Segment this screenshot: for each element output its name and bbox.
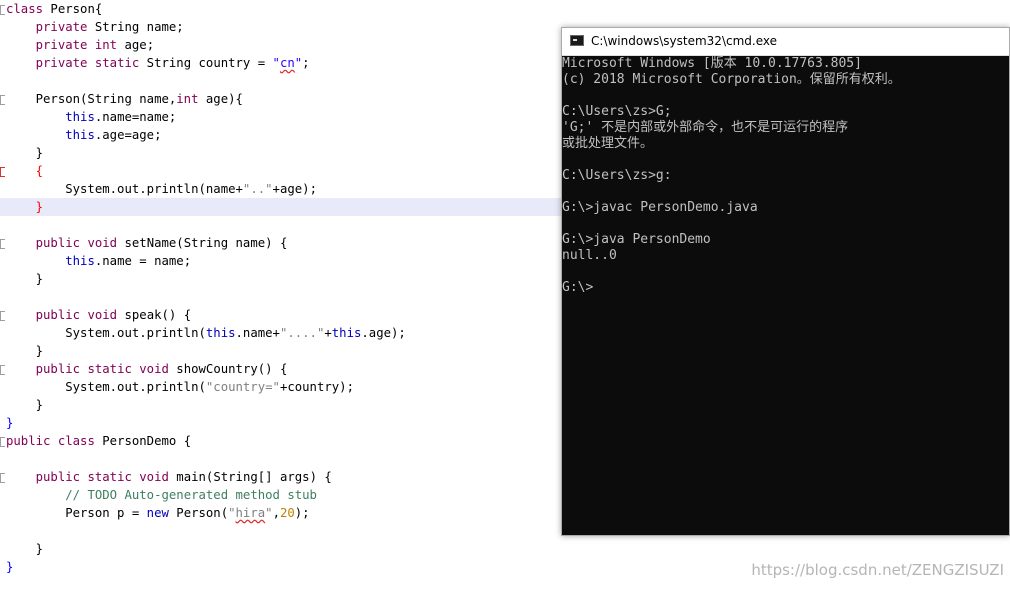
- code-text: public static void main(String[] args) {: [35, 470, 332, 484]
- code-text: }: [6, 146, 44, 160]
- console-line: C:\Users\zs>g:: [562, 168, 672, 183]
- code-text: System.out.println("country="+country);: [6, 380, 354, 394]
- code-text: System.out.println(name+".."+age);: [6, 182, 317, 196]
- code-text: Person p = new Person("hira",20);: [6, 506, 310, 520]
- cmd-window[interactable]: C:\windows\system32\cmd.exe Microsoft Wi…: [561, 27, 1010, 536]
- console-line: G:\>java PersonDemo: [562, 232, 711, 247]
- console-line: 或批处理文件。: [562, 136, 654, 151]
- code-text: public void setName(String name) {: [35, 236, 288, 250]
- code-text: }: [6, 542, 44, 556]
- code-text: public class PersonDemo {: [6, 434, 192, 448]
- code-text: }: [6, 398, 44, 412]
- console-line: null..0: [562, 248, 617, 263]
- fold-marker[interactable]: [0, 95, 5, 105]
- code-text: Person(String name,int age){: [6, 92, 243, 106]
- code-text: {: [35, 164, 44, 178]
- fold-marker[interactable]: [0, 473, 5, 483]
- code-text: private int age;: [35, 38, 155, 52]
- fold-marker[interactable]: [0, 5, 5, 15]
- console-line: (c) 2018 Microsoft Corporation。保留所有权利。: [562, 72, 901, 87]
- fold-marker[interactable]: [0, 167, 5, 177]
- console-line: Microsoft Windows [版本 10.0.17763.805]: [562, 56, 862, 71]
- code-text: System.out.println(this.name+"...."+this…: [6, 326, 406, 340]
- fold-marker[interactable]: [0, 437, 5, 447]
- code-text: public void speak() {: [35, 308, 192, 322]
- code-text: // TODO Auto-generated method stub: [65, 488, 317, 502]
- cmd-window-title: C:\windows\system32\cmd.exe: [591, 34, 777, 48]
- code-text: class Person{: [6, 2, 103, 16]
- code-text: }: [6, 416, 14, 430]
- console-line: G:\>javac PersonDemo.java: [562, 200, 758, 215]
- fold-marker[interactable]: [0, 311, 5, 321]
- code-text: }: [6, 272, 44, 286]
- watermark: https://blog.csdn.net/ZENGZISUZI: [751, 561, 1004, 579]
- code-line[interactable]: class Person{: [0, 0, 1010, 18]
- cmd-console-output[interactable]: Microsoft Windows [版本 10.0.17763.805] (c…: [562, 56, 1009, 535]
- code-text: }: [35, 200, 44, 214]
- code-text: }: [6, 560, 14, 574]
- code-text: this.name=name;: [65, 110, 177, 124]
- code-text: private static String country = "cn";: [35, 56, 310, 70]
- fold-marker[interactable]: [0, 365, 5, 375]
- console-prompt[interactable]: G:\>: [562, 280, 593, 296]
- code-text: public static void showCountry() {: [35, 362, 288, 376]
- cmd-app-icon: [570, 35, 584, 46]
- console-line: 'G;' 不是内部或外部命令，也不是可运行的程序: [562, 120, 849, 135]
- console-line: C:\Users\zs>G;: [562, 104, 672, 119]
- code-text: this.name = name;: [65, 254, 192, 268]
- code-text: }: [6, 344, 44, 358]
- code-text: this.age=age;: [65, 128, 162, 142]
- code-line[interactable]: }: [0, 540, 1010, 558]
- fold-marker[interactable]: [0, 239, 5, 249]
- cmd-titlebar[interactable]: C:\windows\system32\cmd.exe: [562, 28, 1009, 56]
- code-text: private String name;: [35, 20, 184, 34]
